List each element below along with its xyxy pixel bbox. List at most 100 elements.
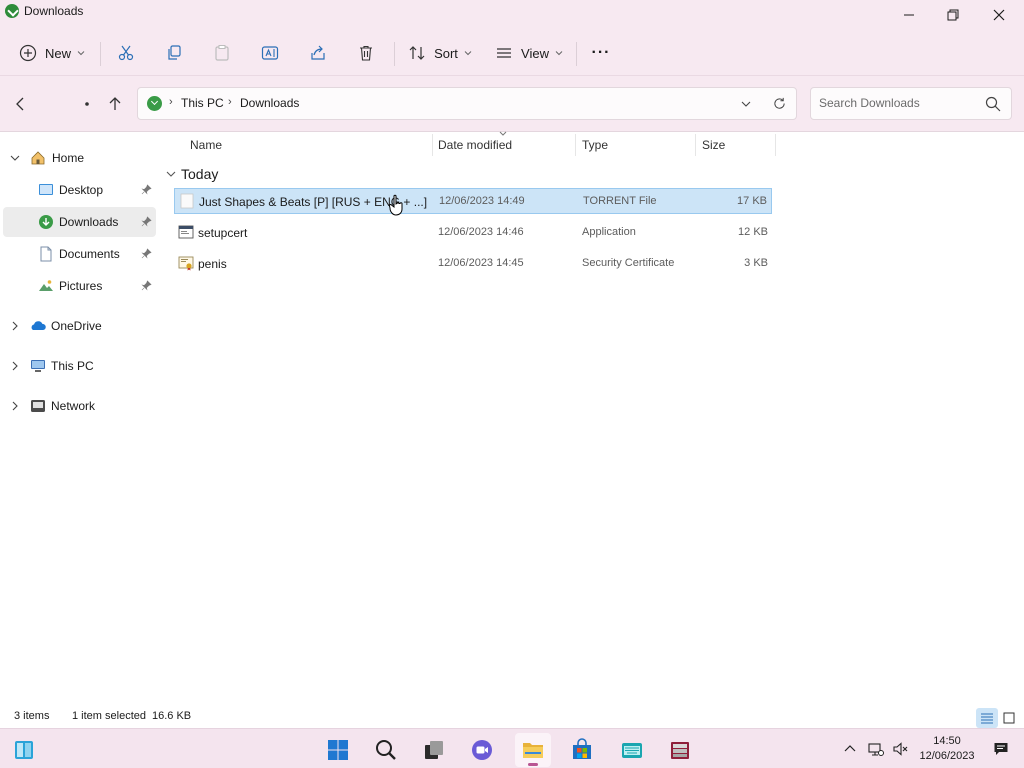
refresh-icon[interactable] xyxy=(773,97,786,110)
file-name: setupcert xyxy=(198,226,248,240)
command-bar: New Sort View ··· xyxy=(0,30,1024,76)
store-icon xyxy=(573,738,591,759)
keyboard-app-button[interactable] xyxy=(614,733,650,767)
breadcrumb-this-pc[interactable]: This PC xyxy=(181,96,224,110)
task-view-icon xyxy=(425,741,443,759)
arrow-left-icon xyxy=(16,97,24,111)
certificate-icon xyxy=(178,256,194,271)
search-icon[interactable] xyxy=(985,96,1001,112)
chevron-right-icon[interactable] xyxy=(10,321,20,331)
details-view-button[interactable] xyxy=(976,708,998,728)
file-type: Application xyxy=(582,226,636,238)
sidebar-item-onedrive[interactable]: OneDrive xyxy=(3,311,156,341)
sidebar-item-label: Desktop xyxy=(59,183,104,197)
column-header-size[interactable]: Size xyxy=(696,132,774,156)
sidebar-item-documents[interactable]: Documents xyxy=(3,239,156,269)
chevron-right-icon[interactable] xyxy=(10,361,20,371)
sidebar-item-downloads[interactable]: Downloads xyxy=(3,207,156,237)
group-header-today[interactable]: Today xyxy=(166,164,218,184)
clock[interactable]: 14:50 12/06/2023 xyxy=(914,734,980,764)
file-size: 12 KB xyxy=(738,226,768,238)
back-button[interactable] xyxy=(10,93,32,115)
application-icon xyxy=(178,225,194,239)
notification-icon xyxy=(994,743,1008,755)
sidebar-item-home[interactable]: Home xyxy=(3,143,156,173)
share-button[interactable] xyxy=(304,37,332,69)
network-tray-button[interactable] xyxy=(866,739,886,759)
delete-button[interactable] xyxy=(352,37,380,69)
copy-button[interactable] xyxy=(160,37,188,69)
rename-button[interactable] xyxy=(256,37,284,69)
minimize-button[interactable] xyxy=(886,0,932,30)
column-header-name[interactable]: Name xyxy=(164,132,432,156)
sidebar-item-pictures[interactable]: Pictures xyxy=(3,271,156,301)
tiles-view-button[interactable] xyxy=(998,708,1020,728)
sidebar-item-this-pc[interactable]: This PC xyxy=(3,351,156,381)
chevron-down-icon[interactable] xyxy=(10,153,20,163)
torrent-file-icon xyxy=(180,193,194,209)
taskbar: 14:50 12/06/2023 xyxy=(0,728,1024,768)
clock-date: 12/06/2023 xyxy=(919,750,975,762)
sidebar-item-network[interactable]: Network xyxy=(3,391,156,421)
widgets-button[interactable] xyxy=(6,733,42,767)
sidebar-item-desktop[interactable]: Desktop xyxy=(3,175,156,205)
cut-button[interactable] xyxy=(112,37,140,69)
home-icon xyxy=(31,151,45,165)
task-view-button[interactable] xyxy=(416,733,452,767)
column-header-label: Size xyxy=(702,138,726,152)
column-header-date[interactable]: Date modified xyxy=(433,131,575,156)
sort-button[interactable]: Sort xyxy=(404,37,476,69)
file-row[interactable]: setupcert 12/06/2023 14:46 Application 1… xyxy=(174,220,772,246)
paste-icon xyxy=(215,45,229,61)
downloads-icon xyxy=(5,4,19,18)
chat-icon xyxy=(472,740,492,760)
restore-button[interactable] xyxy=(930,0,976,30)
copy-icon xyxy=(168,45,181,60)
column-header-type[interactable]: Type xyxy=(576,132,694,156)
breadcrumb-separator: › xyxy=(169,96,173,108)
recent-locations-button[interactable] xyxy=(76,93,98,115)
column-header-label: Name xyxy=(190,138,223,152)
search-taskbar-button[interactable] xyxy=(368,733,404,767)
chat-button[interactable] xyxy=(464,733,500,767)
sidebar-item-label: Downloads xyxy=(59,215,119,229)
volume-tray-button[interactable] xyxy=(891,739,911,759)
file-explorer-taskbar-button[interactable] xyxy=(515,733,551,767)
item-count: 3 items xyxy=(14,710,50,722)
notifications-button[interactable] xyxy=(991,739,1011,759)
column-header-label: Date modified xyxy=(438,138,513,152)
show-hidden-icons-button[interactable] xyxy=(840,739,860,759)
address-row: › This PC › Downloads xyxy=(0,76,1024,132)
search-input[interactable] xyxy=(819,96,979,110)
column-divider[interactable] xyxy=(775,134,776,156)
chevron-down-icon xyxy=(555,51,563,56)
start-button[interactable] xyxy=(320,733,356,767)
view-button[interactable]: View xyxy=(492,37,566,69)
store-button[interactable] xyxy=(564,733,600,767)
mouse-cursor-icon xyxy=(388,194,403,216)
more-options-button[interactable]: ··· xyxy=(586,37,616,69)
plus-circle-icon xyxy=(19,44,37,62)
this-pc-icon xyxy=(31,360,45,372)
pin-icon xyxy=(141,280,152,291)
desktop-icon xyxy=(39,184,53,195)
close-icon xyxy=(993,9,1005,21)
chevron-down-icon xyxy=(464,51,472,56)
network-status-icon xyxy=(868,743,884,756)
chevron-down-icon[interactable] xyxy=(741,99,751,109)
new-label: New xyxy=(44,45,71,61)
file-row[interactable]: penis 12/06/2023 14:45 Security Certific… xyxy=(174,251,772,277)
archive-app-button[interactable] xyxy=(662,733,698,767)
address-bar[interactable]: › This PC › Downloads xyxy=(137,87,797,120)
file-row[interactable]: Just Shapes & Beats [P] [RUS + ENG + ...… xyxy=(174,188,772,214)
file-name: penis xyxy=(198,257,227,271)
keyboard-icon xyxy=(622,743,642,758)
up-button[interactable] xyxy=(104,93,126,115)
new-button[interactable]: New xyxy=(14,37,90,69)
close-button[interactable] xyxy=(976,0,1022,30)
paste-button[interactable] xyxy=(208,37,236,69)
sidebar-item-label: Documents xyxy=(59,247,120,261)
chevron-right-icon[interactable] xyxy=(10,401,20,411)
file-type: TORRENT File xyxy=(583,195,657,207)
breadcrumb-downloads[interactable]: Downloads xyxy=(240,96,299,110)
